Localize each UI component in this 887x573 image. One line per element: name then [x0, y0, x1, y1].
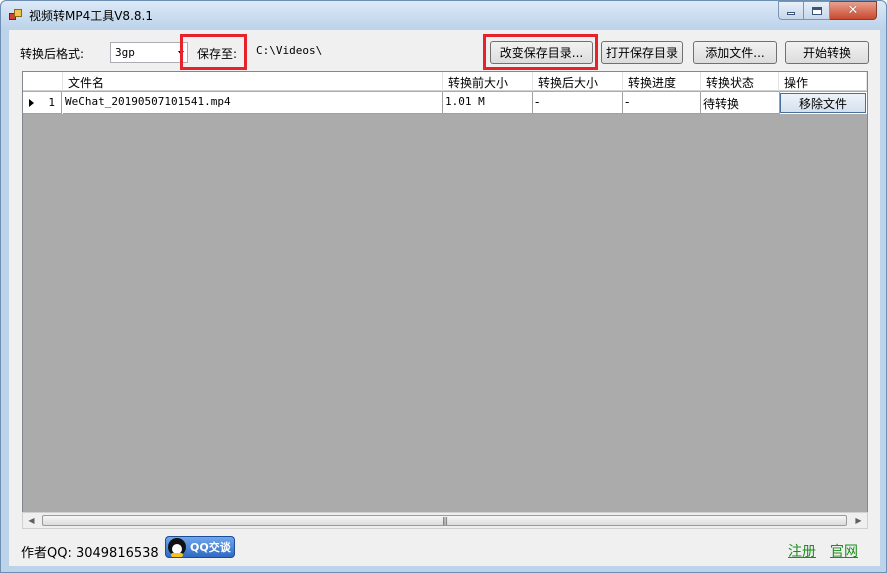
website-link[interactable]: 官网	[830, 541, 858, 561]
change-save-dir-label: 改变保存目录...	[499, 46, 584, 60]
change-save-dir-button[interactable]: 改变保存目录...	[490, 41, 593, 64]
column-header[interactable]: 转换进度	[623, 72, 701, 91]
chevron-left-icon: ◀	[28, 516, 35, 525]
cell-progress[interactable]: -	[623, 92, 701, 114]
format-label: 转换后格式:	[20, 47, 85, 61]
app-window: 视频转MP4工具V8.8.1 ✕ 转换后格式: 3gp 保存至: C:\Vide…	[0, 0, 887, 573]
cell-size-after[interactable]: -	[533, 92, 623, 114]
qq-chat-label: QQ交谈	[190, 541, 231, 554]
save-to-label: 保存至:	[197, 47, 238, 61]
format-select-value: 3gp	[115, 46, 135, 59]
close-button[interactable]: ✕	[830, 1, 877, 20]
maximize-button[interactable]	[804, 1, 830, 20]
window-title: 视频转MP4工具V8.8.1	[29, 9, 153, 23]
title-bar[interactable]: 视频转MP4工具V8.8.1 ✕	[1, 1, 886, 29]
cell-filename[interactable]: WeChat_20190507101541.mp4	[63, 92, 443, 114]
grip-icon: |||	[441, 516, 448, 525]
file-table[interactable]: 文件名 转换前大小 转换后大小 转换进度 转换状态 操作 1 WeChat_20…	[22, 71, 868, 529]
app-icon	[9, 8, 23, 22]
start-convert-button[interactable]: 开始转换	[785, 41, 869, 64]
start-convert-label: 开始转换	[802, 46, 851, 60]
author-qq-text: 作者QQ: 3049816538	[21, 546, 159, 561]
table-row[interactable]: 1 WeChat_20190507101541.mp4 1.01 M - - 待…	[23, 92, 867, 114]
add-file-button[interactable]: 添加文件...	[693, 41, 777, 64]
minimize-icon	[787, 12, 795, 15]
scrollbar-thumb[interactable]: |||	[42, 515, 847, 526]
column-header[interactable]: 文件名	[63, 72, 443, 91]
column-header[interactable]: 转换状态	[701, 72, 779, 91]
minimize-button[interactable]	[778, 1, 804, 20]
header-corner	[23, 72, 63, 91]
current-row-icon	[29, 99, 34, 107]
qq-penguin-icon	[168, 538, 186, 557]
column-header[interactable]: 转换前大小	[443, 72, 533, 91]
row-index: 1	[48, 96, 55, 109]
save-path-field: C:\Videos\	[252, 42, 484, 63]
register-link[interactable]: 注册	[788, 541, 816, 561]
qq-chat-button[interactable]: QQ交谈	[165, 536, 235, 558]
chevron-right-icon: ▶	[855, 516, 862, 525]
scroll-right-button[interactable]: ▶	[850, 513, 867, 528]
remove-file-button[interactable]: 移除文件	[780, 93, 866, 113]
column-header[interactable]: 操作	[779, 72, 867, 91]
save-path-value: C:\Videos\	[256, 44, 323, 57]
cell-status[interactable]: 待转换	[701, 92, 780, 114]
close-icon: ✕	[847, 3, 859, 18]
horizontal-scrollbar[interactable]: ◀ ||| ▶	[22, 512, 868, 529]
scroll-left-button[interactable]: ◀	[23, 513, 40, 528]
column-header[interactable]: 转换后大小	[533, 72, 623, 91]
open-save-dir-button[interactable]: 打开保存目录	[601, 41, 683, 64]
maximize-icon	[811, 6, 822, 15]
table-header: 文件名 转换前大小 转换后大小 转换进度 转换状态 操作	[23, 72, 867, 91]
add-file-label: 添加文件...	[705, 46, 765, 60]
remove-file-label: 移除文件	[798, 96, 847, 111]
open-save-dir-label: 打开保存目录	[605, 46, 678, 60]
row-header[interactable]: 1	[23, 92, 62, 114]
cell-size-before[interactable]: 1.01 M	[443, 92, 533, 114]
main-panel: 转换后格式: 3gp 保存至: C:\Videos\ 改变保存目录... 打开保…	[9, 30, 880, 566]
format-select[interactable]: 3gp	[110, 42, 188, 63]
